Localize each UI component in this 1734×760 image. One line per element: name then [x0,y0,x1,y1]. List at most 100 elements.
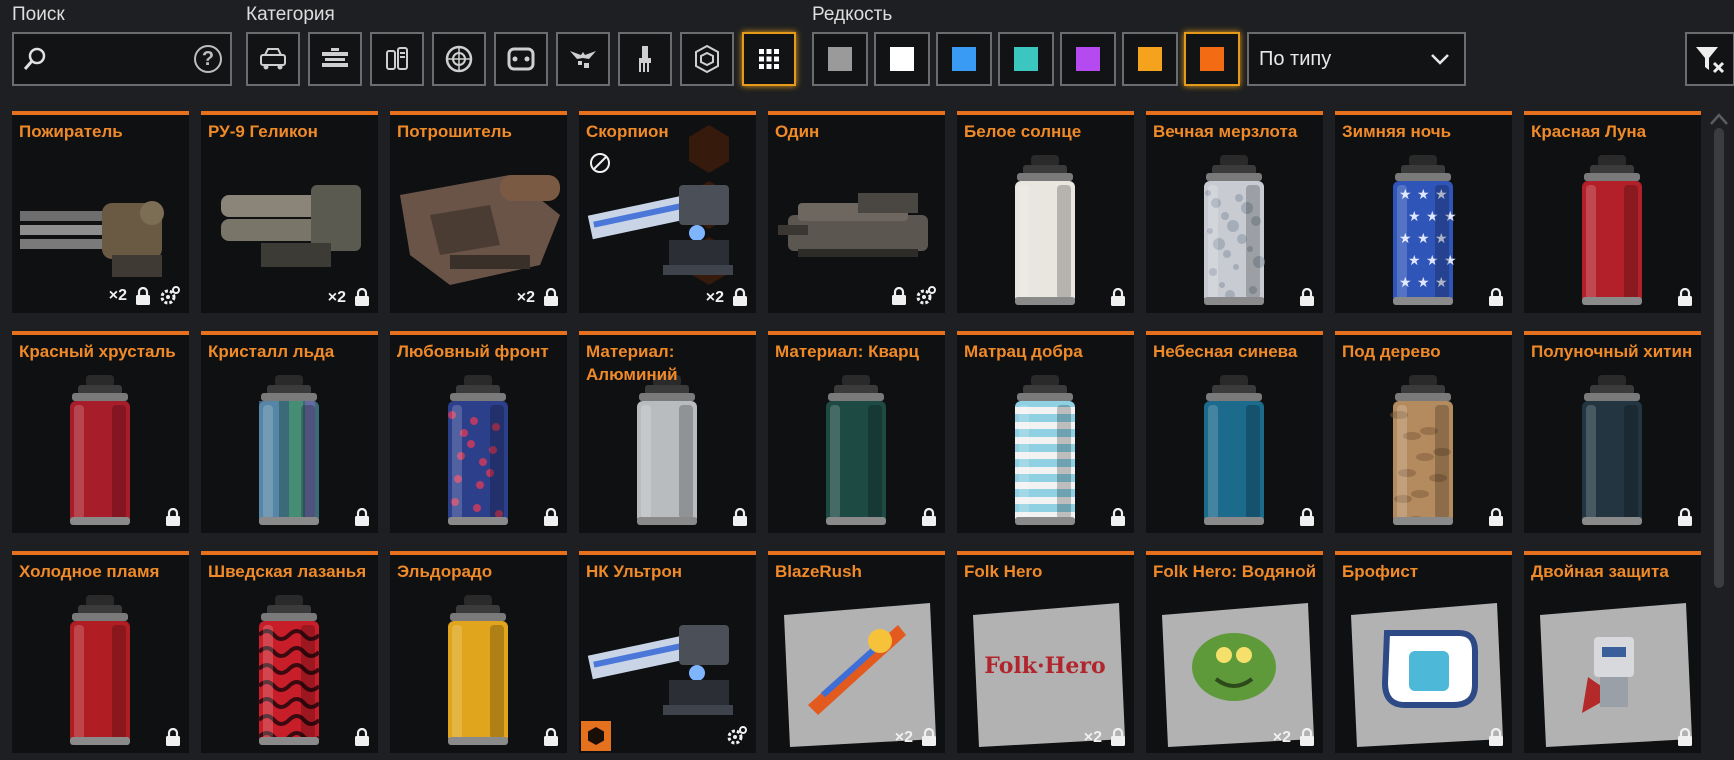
item-card[interactable]: Скорпион ×2 [579,111,756,313]
weapon-image [20,201,164,277]
item-name: Брофист [1342,562,1419,581]
rarity-button-relic[interactable] [1184,32,1240,86]
item-card[interactable]: Шведская лазанья [201,551,378,753]
scrollbar[interactable] [1714,128,1724,588]
item-name: Белое солнце [964,122,1082,141]
item-card[interactable]: Эльдорадо [390,551,567,753]
rarity-button-rare[interactable] [936,32,992,86]
item-card[interactable]: Folk Hero: Водяной ×2 [1146,551,1323,753]
weapon-image [587,125,733,285]
svg-text:★: ★ [1417,275,1430,291]
item-count: ×2 [1272,728,1291,746]
sticker-image: Folk·Hero [973,603,1125,747]
rarity-button-common[interactable] [812,32,868,86]
item-badges [1299,288,1315,307]
upgrade-gear-icon [160,286,180,305]
item-card[interactable]: Двойная защита [1524,551,1701,753]
item-name: Скорпион [586,122,669,141]
item-card[interactable]: Материал: Кварц [768,331,945,533]
rarity-swatch [890,47,914,71]
upgrade-gear-icon [727,726,747,745]
scroll-up-icon[interactable] [1709,112,1729,126]
item-card[interactable]: Материал: Алюминий [579,331,756,533]
lock-icon [166,508,180,526]
lock-icon [1300,288,1314,306]
item-card[interactable]: Красный хрусталь [12,331,189,533]
rarity-swatch [1014,47,1038,71]
clear-filter-button[interactable] [1685,32,1734,86]
item-card[interactable]: Потрошитель ×2 [390,111,567,313]
item-name: Материал: Кварц [775,342,919,361]
lock-icon [733,508,747,526]
item-badges [354,508,370,527]
item-badges: ×2 [1273,728,1315,747]
sticker-image [1540,603,1692,747]
category-button-hex-badge[interactable] [680,32,734,86]
item-card[interactable]: Под дерево [1335,331,1512,533]
item-card[interactable]: ★ ★ ★ ★ ★ ★ ★ ★ ★ ★ ★ ★ ★ ★ ★ Зимняя ночь [1335,111,1512,313]
item-name: Эльдорадо [397,562,493,581]
lock-icon [1678,508,1692,526]
grid-all-icon [759,49,779,69]
paint-image: ★ ★ ★★ ★ ★★ ★ ★★ ★ ★★ ★ ★ [1393,155,1457,305]
item-card[interactable]: Вечная мерзлота [1146,111,1323,313]
item-card[interactable]: Матрац добра [957,331,1134,533]
category-button-decor-wings[interactable] [556,32,610,86]
item-badges [1488,728,1504,747]
track-icon [507,47,535,71]
item-count: ×2 [894,728,913,746]
chevron-down-icon [1431,54,1449,65]
rarity-button-ordinary[interactable] [874,32,930,86]
item-name: Холодное пламя [19,562,160,581]
rarity-button-legendary[interactable] [1122,32,1178,86]
item-name: Folk Hero: Водяной [1153,562,1317,581]
lock-icon [355,508,369,526]
item-card[interactable]: Кристалл льда [201,331,378,533]
item-badges [921,508,937,527]
rarity-button-epic[interactable] [1060,32,1116,86]
category-button-cabin[interactable] [308,32,362,86]
help-icon[interactable]: ? [194,45,222,73]
category-button-car-body[interactable] [246,32,300,86]
paint-image [70,595,130,745]
item-badges: ×2 [895,728,937,747]
category-button-hardware[interactable] [370,32,424,86]
lock-icon [1678,728,1692,746]
item-card[interactable]: Белое солнце [957,111,1134,313]
category-button-track[interactable] [494,32,548,86]
category-button-grid-all[interactable] [742,32,796,86]
item-card[interactable]: Небесная синева [1146,331,1323,533]
item-card[interactable]: Брофист [1335,551,1512,753]
item-badges [165,508,181,527]
paint-image [1390,375,1453,525]
sticker-image [1162,603,1314,747]
paint-image [1582,375,1642,525]
item-badges [726,725,748,747]
paint-image [448,375,508,525]
item-card[interactable]: РУ-9 Геликон ×2 [201,111,378,313]
item-card[interactable]: Полуночный хитин [1524,331,1701,533]
item-name: Материал: Алюминий [586,342,678,384]
item-badges [543,728,559,747]
rarity-swatch [952,47,976,71]
item-card[interactable]: Красная Луна [1524,111,1701,313]
rarity-button-special[interactable] [998,32,1054,86]
item-name: Любовный фронт [397,342,549,361]
item-card[interactable]: НК Ультрон [579,551,756,753]
item-card[interactable]: Любовный фронт [390,331,567,533]
item-card[interactable]: Пожиратель ×2 [12,111,189,313]
lock-icon [355,728,369,746]
lock-icon [166,728,180,746]
item-card[interactable]: Холодное пламя [12,551,189,753]
item-card[interactable]: Один [768,111,945,313]
paint-image [1015,155,1075,305]
search-input[interactable]: ? [12,32,232,86]
item-name: BlazeRush [775,562,862,581]
search-icon [23,47,46,70]
item-card[interactable]: BlazeRush ×2 [768,551,945,753]
sort-dropdown[interactable]: По типу [1247,32,1466,86]
category-button-paint-brush[interactable] [618,32,672,86]
category-button-wheel[interactable] [432,32,486,86]
item-card[interactable]: Folk·Hero Folk Hero ×2 [957,551,1134,753]
wheel-icon [445,45,473,73]
